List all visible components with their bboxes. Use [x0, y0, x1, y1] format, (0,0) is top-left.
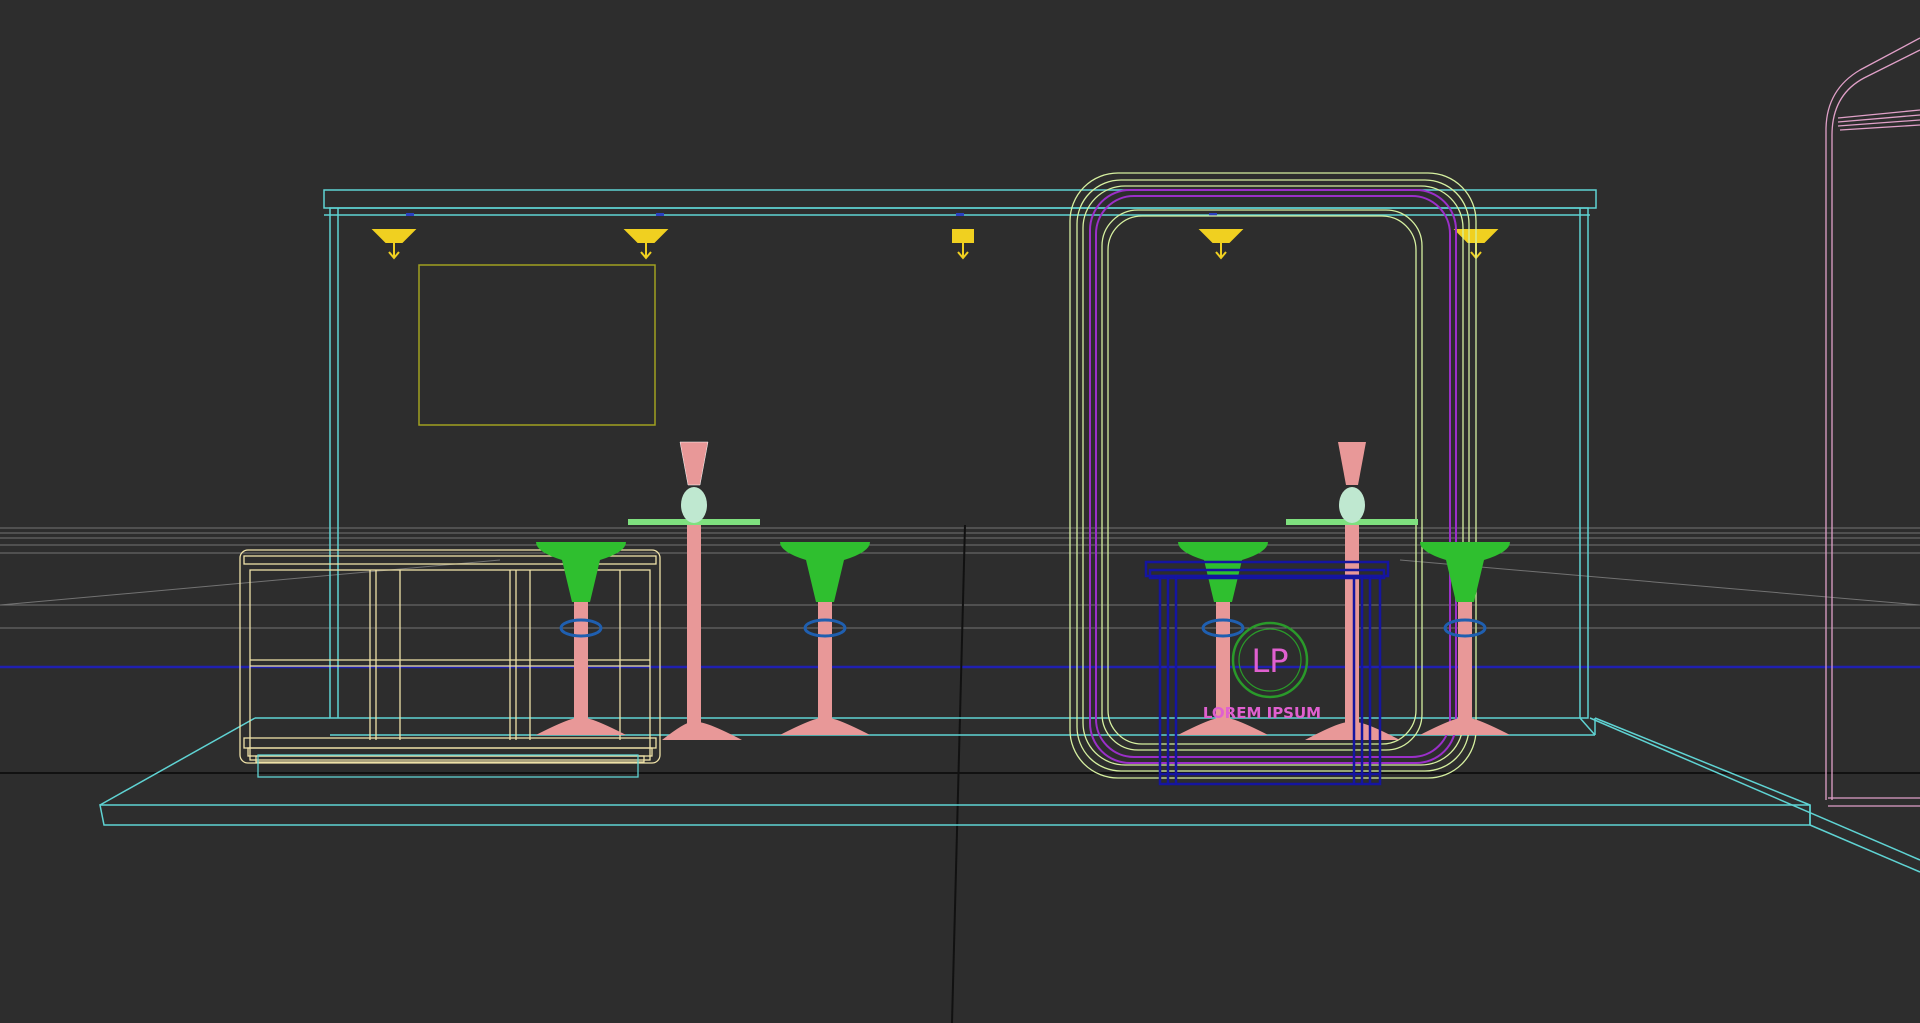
bar-stool[interactable]: [536, 542, 626, 735]
bar-stool[interactable]: [1420, 542, 1510, 735]
booth-frame[interactable]: [99, 189, 1920, 873]
logo-mark: LP: [1251, 642, 1288, 680]
3d-viewport[interactable]: LP LOREM IPSUM: [0, 0, 1920, 1023]
wall-screen[interactable]: [418, 264, 656, 426]
portal-outer[interactable]: [1069, 172, 1477, 779]
spotlight-icon[interactable]: [371, 229, 1499, 260]
bar-stool[interactable]: [780, 542, 870, 735]
high-table-left[interactable]: [628, 441, 760, 740]
ground-grid: [0, 527, 1920, 629]
logo-tagline: LOREM IPSUM: [1203, 704, 1321, 722]
high-table-right[interactable]: [1286, 442, 1418, 740]
right-edge-object[interactable]: [1825, 37, 1920, 807]
